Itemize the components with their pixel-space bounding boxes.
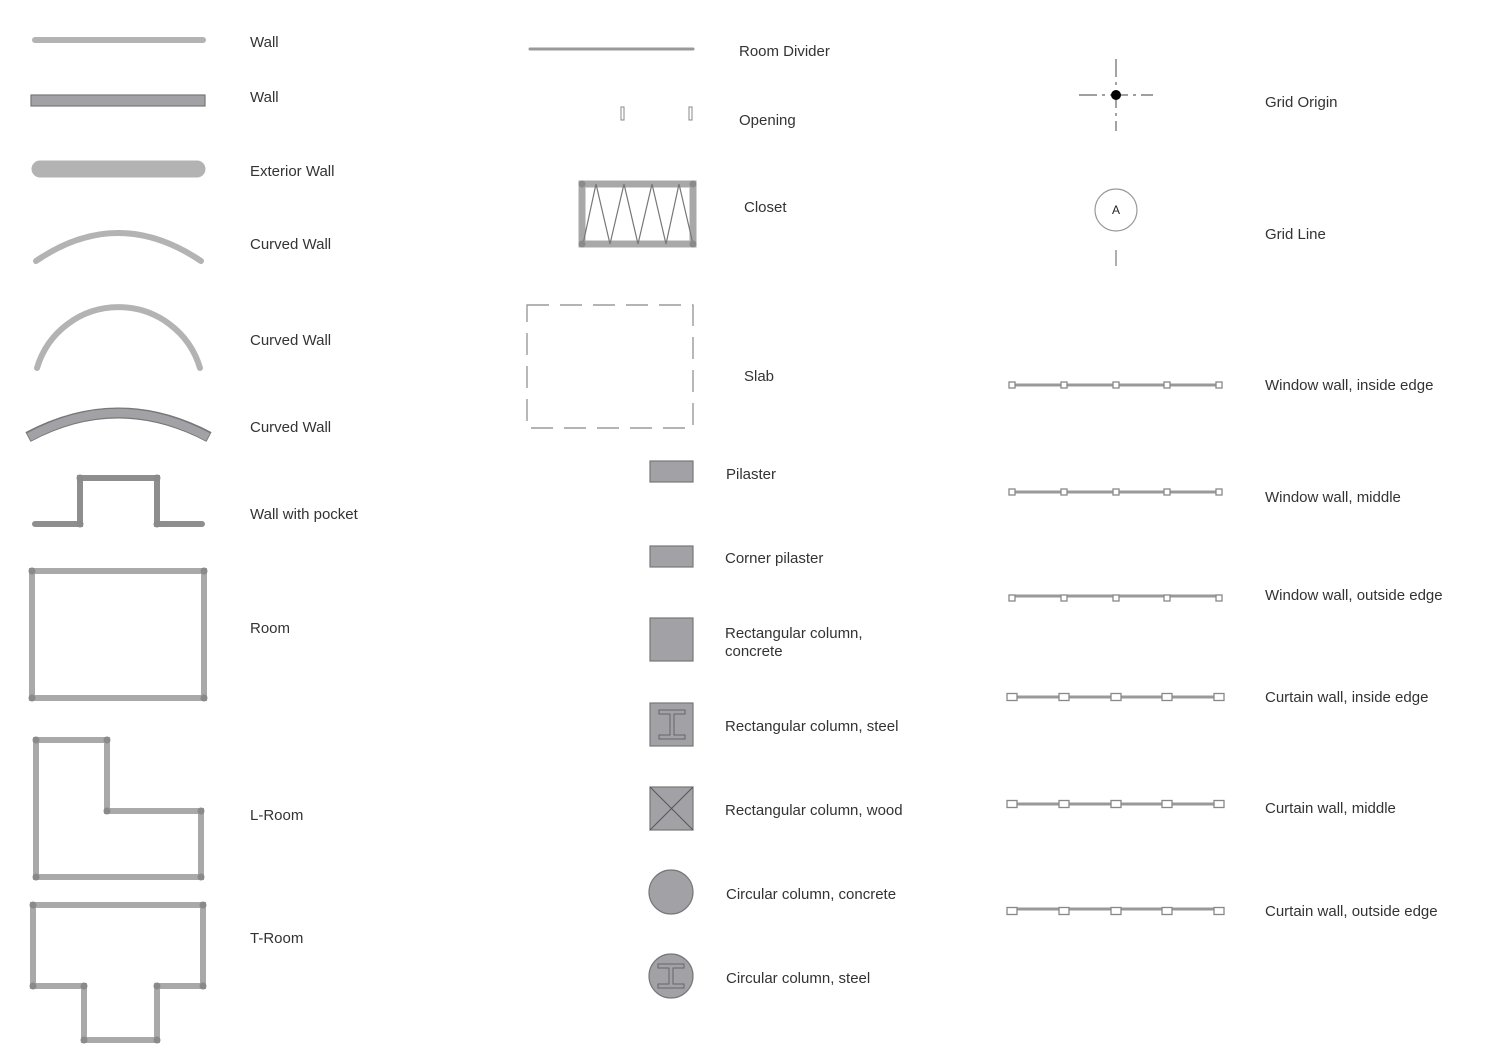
mullion-box [1110,906,1122,916]
mullion-box [1161,799,1173,809]
label-wall-solid: Wall [250,89,279,106]
label-opening: Opening [739,112,796,129]
label-curved-wall-3: Curved Wall [250,419,331,436]
label-room-divider: Room Divider [739,43,830,60]
wall-with-pocket-icon [32,474,205,528]
grid-origin-icon [1079,59,1153,131]
label-curtain-wall-inside: Curtain wall, inside edge [1265,689,1428,706]
label-rect-column-concrete: Rectangular column, [725,625,863,642]
label-room: Room [250,620,290,637]
corner-pilaster-icon [649,545,694,568]
mullion-box [1008,488,1016,496]
label-pilaster: Pilaster [726,466,776,483]
curved-wall-shallow-icon [33,230,204,264]
rect-column-concrete-icon [649,617,694,662]
rect-column-steel-icon [649,702,694,747]
solid-wall-icon [30,94,206,107]
mullion-box [1213,906,1225,916]
mullion-box [1163,594,1171,602]
mullion-box [1215,594,1223,602]
opening-icon [620,106,693,121]
label-l-room: L-Room [250,807,303,824]
label-circular-column-steel: Circular column, steel [726,970,870,987]
mullion-box [1110,692,1122,702]
label-exterior-wall: Exterior Wall [250,163,334,180]
mullion-box [1213,799,1225,809]
label-window-wall-outside: Window wall, outside edge [1265,587,1443,604]
mullion-box [1060,381,1068,389]
label-t-room: T-Room [250,930,303,947]
window-wall-outside-icon [1008,594,1223,602]
mullion-box [1112,381,1120,389]
label-corner-pilaster: Corner pilaster [725,550,823,567]
curtain-wall-outside-icon [1006,906,1225,916]
mullion-box [1008,594,1016,602]
label-rect-column-steel: Rectangular column, steel [725,718,898,735]
room-icon [28,567,208,702]
mullion-box [1163,381,1171,389]
mullion-box [1006,692,1018,702]
mullion-box [1161,906,1173,916]
floor-plan-symbols: Wall Wall Exterior Wall Curved Wall Curv… [25,34,1443,1044]
label-window-wall-inside: Window wall, inside edge [1265,377,1433,394]
mullion-box [1161,692,1173,702]
mullion-box [1006,799,1018,809]
mullion-box [1058,906,1070,916]
circular-column-concrete-icon [648,869,694,915]
mullion-box [1163,488,1171,496]
label-rect-column-concrete-line2: concrete [725,643,783,660]
mullion-box [1060,488,1068,496]
mullion-box [1008,381,1016,389]
mullion-box [1006,906,1018,916]
window-wall-inside-icon [1008,381,1223,389]
mullion-box [1213,692,1225,702]
label-wall: Wall [250,34,279,51]
curtain-wall-inside-icon [1006,692,1225,702]
label-curtain-wall-outside: Curtain wall, outside edge [1265,903,1438,920]
label-circular-column-concrete: Circular column, concrete [726,886,896,903]
l-room-icon [32,736,205,881]
mullion-box [1215,488,1223,496]
slab-icon [526,304,694,429]
mullion-box [1058,799,1070,809]
label-grid-line: Grid Line [1265,226,1326,243]
window-wall-middle-icon [1008,488,1223,496]
label-rect-column-wood: Rectangular column, wood [725,802,903,819]
closet-icon [578,180,697,248]
label-slab: Slab [744,368,774,385]
label-curved-wall-1: Curved Wall [250,236,331,253]
rect-column-wood-icon [649,786,694,831]
label-window-wall-middle: Window wall, middle [1265,489,1401,506]
mullion-box [1112,594,1120,602]
grid-line-icon: A [1094,188,1138,266]
label-curtain-wall-middle: Curtain wall, middle [1265,800,1396,817]
grid-line-marker: A [1112,203,1120,217]
mullion-box [1060,594,1068,602]
t-room-icon [29,901,207,1044]
curtain-wall-middle-icon [1006,799,1225,809]
label-wall-with-pocket: Wall with pocket [250,506,359,523]
label-grid-origin: Grid Origin [1265,94,1338,111]
mullion-box [1110,799,1122,809]
label-curved-wall-2: Curved Wall [250,332,331,349]
pilaster-icon [649,460,694,483]
circular-column-steel-icon [648,953,694,999]
curved-wall-solid-icon [25,407,212,442]
curved-wall-deep-icon [34,304,203,371]
label-closet: Closet [744,199,787,216]
mullion-box [1058,692,1070,702]
mullion-box [1112,488,1120,496]
mullion-box [1215,381,1223,389]
